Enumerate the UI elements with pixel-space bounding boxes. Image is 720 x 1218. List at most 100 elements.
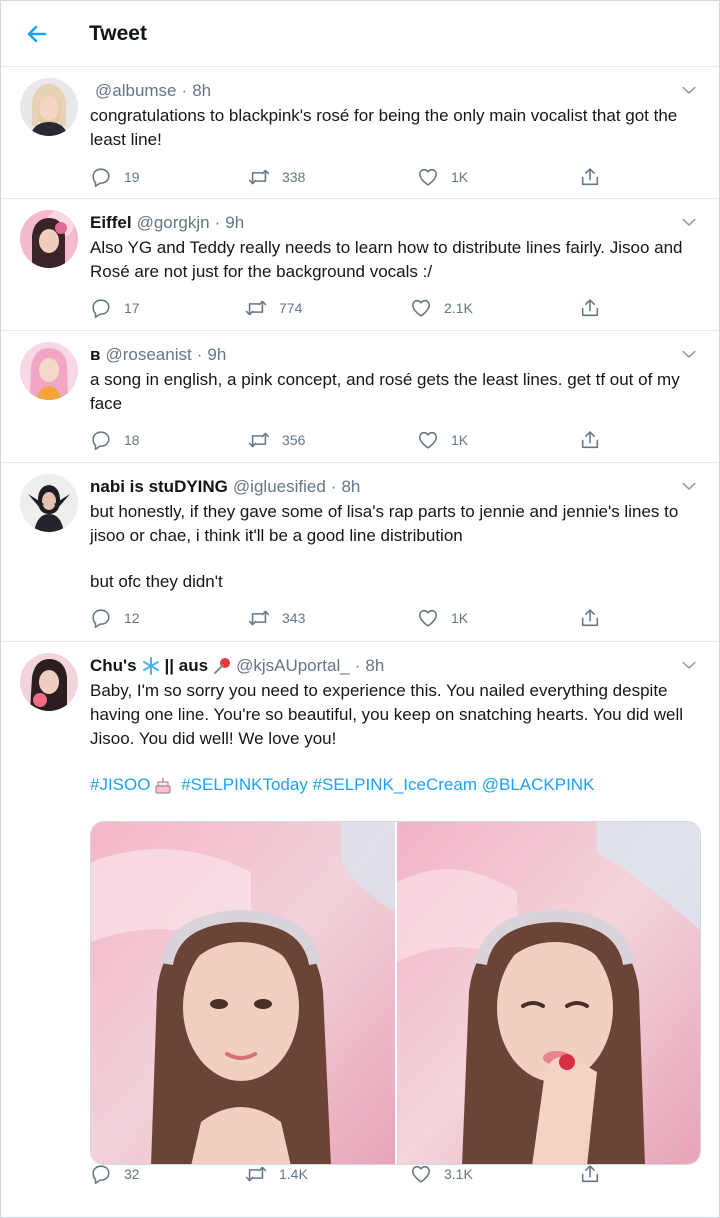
tweet[interactable]: ʙ @roseanist · 9h a song in english, a p…	[1, 331, 719, 463]
caret-down-icon[interactable]	[679, 80, 699, 100]
retweet-icon	[245, 297, 267, 319]
share-button[interactable]	[579, 296, 601, 320]
tweet-meta: ʙ @roseanist · 9h	[90, 344, 227, 366]
hashtag-selpinktoday[interactable]: #SELPINKToday	[181, 775, 308, 794]
display-name-suffix[interactable]: || aus	[165, 655, 209, 677]
retweet-button[interactable]: 338	[248, 165, 305, 189]
tweet-thread-page: Tweet @albumse · 8h congratulations to b…	[0, 0, 720, 1218]
retweet-icon	[248, 429, 270, 451]
timestamp[interactable]: 8h	[341, 476, 360, 498]
reply-button[interactable]: 18	[90, 428, 140, 452]
tweet-meta: Eiffel @gorgkjn · 9h	[90, 212, 245, 234]
avatar[interactable]	[20, 342, 78, 400]
like-icon	[417, 166, 439, 188]
tweet-text: Also YG and Teddy really needs to learn …	[90, 238, 683, 281]
share-button[interactable]	[579, 606, 601, 630]
share-icon	[579, 166, 601, 188]
tweet-meta: Chu's || aus @kjsAUportal_ · 8h	[90, 655, 385, 677]
share-button[interactable]	[579, 1162, 601, 1186]
like-icon	[417, 429, 439, 451]
avatar[interactable]	[20, 78, 78, 136]
user-handle[interactable]: @albumse	[95, 80, 177, 102]
snowflake-emoji	[142, 657, 159, 675]
share-button[interactable]	[579, 165, 601, 189]
like-button[interactable]: 1K	[417, 606, 468, 630]
top-header: Tweet	[1, 1, 719, 67]
tweet-actions: 32 1.4K 3.1K	[90, 1162, 701, 1186]
user-handle[interactable]: @roseanist	[105, 344, 191, 366]
tweet[interactable]: Chu's || aus @kjsAUportal_ · 8h Baby, I'…	[1, 642, 719, 1218]
share-icon	[579, 297, 601, 319]
share-icon	[579, 607, 601, 629]
caret-down-icon[interactable]	[679, 344, 699, 364]
caret-down-icon[interactable]	[679, 655, 699, 675]
tweet-meta: nabi is stuDYING @igluesified · 8h	[90, 476, 361, 498]
like-button[interactable]: 1K	[417, 428, 468, 452]
user-handle[interactable]: @igluesified	[233, 476, 326, 498]
reply-icon	[90, 607, 112, 629]
hashtag-line: #JISOO #SELPINKToday #SELPINK_IceCream @…	[90, 773, 701, 797]
tweet-actions: 18 356 1K	[90, 428, 701, 452]
tweet-text: congratulations to blackpink's rosé for …	[90, 106, 678, 149]
pushpin-emoji	[214, 658, 231, 674]
reply-button[interactable]: 12	[90, 606, 140, 630]
tweet[interactable]: @albumse · 8h congratulations to blackpi…	[1, 67, 719, 199]
display-name[interactable]: nabi is stuDYING	[90, 476, 228, 498]
timestamp[interactable]: 9h	[225, 212, 244, 234]
like-icon	[410, 1163, 432, 1185]
user-handle[interactable]: @gorgkjn	[137, 212, 210, 234]
tweet-text: Baby, I'm so sorry you need to experienc…	[90, 679, 701, 797]
like-button[interactable]: 1K	[417, 165, 468, 189]
photo-2[interactable]	[396, 822, 700, 1164]
reply-icon	[90, 1163, 112, 1185]
hashtag-selpink-icecream[interactable]: #SELPINK_IceCream	[313, 775, 477, 794]
reply-icon	[90, 166, 112, 188]
tweet-actions: 19 338 1K	[90, 165, 701, 189]
back-button[interactable]	[1, 1, 75, 67]
hashtag-jisoo[interactable]: #JISOO	[90, 775, 150, 794]
reply-icon	[90, 297, 112, 319]
avatar[interactable]	[20, 210, 78, 268]
reply-icon	[90, 429, 112, 451]
caret-down-icon[interactable]	[679, 476, 699, 496]
reply-button[interactable]: 32	[90, 1162, 140, 1186]
cake-emoji	[155, 777, 171, 794]
retweet-icon	[248, 607, 270, 629]
display-name[interactable]: Chu's	[90, 655, 137, 677]
like-button[interactable]: 2.1K	[410, 296, 473, 320]
timestamp[interactable]: 8h	[192, 80, 211, 102]
timestamp[interactable]: 8h	[365, 655, 384, 677]
tweet-actions: 17 774 2.1K	[90, 296, 701, 320]
retweet-button[interactable]: 356	[248, 428, 305, 452]
share-icon	[579, 429, 601, 451]
like-icon	[410, 297, 432, 319]
like-icon	[417, 607, 439, 629]
retweet-button[interactable]: 1.4K	[245, 1162, 308, 1186]
caret-down-icon[interactable]	[679, 212, 699, 232]
avatar[interactable]	[20, 474, 78, 532]
mention-blackpink[interactable]: @BLACKPINK	[482, 775, 595, 794]
tweet[interactable]: Eiffel @gorgkjn · 9h Also YG and Teddy r…	[1, 199, 719, 331]
tweet-actions: 12 343 1K	[90, 606, 701, 630]
user-handle[interactable]: @kjsAUportal_	[236, 655, 350, 677]
timestamp[interactable]: 9h	[207, 344, 226, 366]
photo-1[interactable]	[91, 822, 395, 1164]
display-name[interactable]: Eiffel	[90, 212, 132, 234]
retweet-icon	[248, 166, 270, 188]
tweet-text: but honestly, if they gave some of lisa'…	[90, 502, 679, 591]
retweet-icon	[245, 1163, 267, 1185]
reply-button[interactable]: 17	[90, 296, 140, 320]
avatar[interactable]	[20, 653, 78, 711]
display-name[interactable]: ʙ	[90, 344, 100, 366]
share-icon	[579, 1163, 601, 1185]
share-button[interactable]	[579, 428, 601, 452]
tweet-meta: @albumse · 8h	[95, 80, 212, 102]
page-title: Tweet	[89, 21, 147, 45]
retweet-button[interactable]: 343	[248, 606, 305, 630]
tweet-media	[90, 821, 701, 1165]
reply-button[interactable]: 19	[90, 165, 140, 189]
tweet-text: a song in english, a pink concept, and r…	[90, 370, 680, 413]
retweet-button[interactable]: 774	[245, 296, 302, 320]
tweet[interactable]: nabi is stuDYING @igluesified · 8h but h…	[1, 463, 719, 642]
like-button[interactable]: 3.1K	[410, 1162, 473, 1186]
